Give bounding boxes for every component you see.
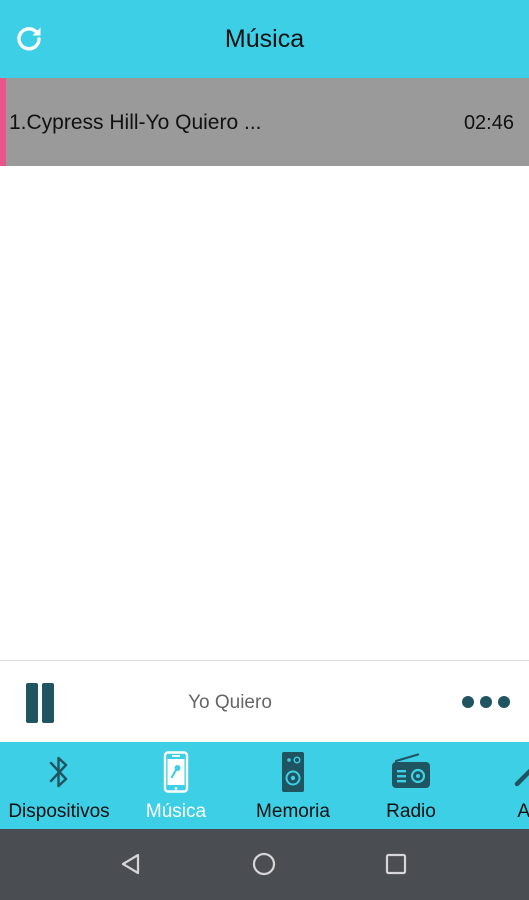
page-title: Música	[224, 25, 305, 53]
back-button[interactable]	[113, 846, 149, 882]
tab-label: Dispositivos	[8, 801, 110, 822]
bluetooth-icon	[49, 756, 68, 788]
track-duration: 02:46	[463, 112, 514, 134]
tab-radio[interactable]: Radio	[352, 742, 470, 829]
tab-audio[interactable]: Au	[470, 742, 529, 829]
system-nav-bar	[0, 829, 529, 900]
tab-musica[interactable]: Música	[118, 742, 234, 829]
track-title: 1.Cypress Hill-Yo Quiero ...	[9, 111, 262, 134]
speaker-icon	[282, 752, 304, 792]
app-screen: Música 1.Cypress Hill-Yo Quiero ... 02:4…	[0, 0, 529, 900]
recents-icon	[385, 853, 407, 875]
tab-label: Au	[517, 801, 529, 822]
track-row[interactable]: 1.Cypress Hill-Yo Quiero ... 02:46	[0, 78, 529, 166]
phone-music-icon	[163, 751, 189, 793]
tab-label: Memoria	[256, 801, 330, 822]
more-options-button[interactable]	[462, 689, 510, 715]
home-icon	[252, 852, 276, 876]
now-playing-title: Yo Quiero	[188, 692, 272, 713]
tab-label: Música	[145, 801, 207, 822]
app-header: Música	[0, 0, 529, 78]
bottom-tab-bar: Dispositivos Música Memoria Radio A	[0, 742, 529, 829]
more-icon-dot	[480, 696, 492, 708]
player-bar: Yo Quiero	[0, 660, 529, 742]
microphone-icon	[514, 768, 529, 787]
recents-button[interactable]	[378, 846, 414, 882]
radio-icon	[392, 753, 430, 788]
more-icon-dot	[498, 696, 510, 708]
more-icon	[462, 696, 474, 708]
track-list: 1.Cypress Hill-Yo Quiero ... 02:46	[0, 78, 529, 660]
refresh-icon	[17, 27, 41, 51]
back-icon	[121, 853, 140, 875]
refresh-button[interactable]	[11, 20, 47, 56]
tab-label: Radio	[386, 801, 436, 822]
tab-memoria[interactable]: Memoria	[234, 742, 352, 829]
home-button[interactable]	[246, 846, 282, 882]
active-track-indicator	[0, 78, 6, 166]
tab-dispositivos[interactable]: Dispositivos	[0, 742, 118, 829]
